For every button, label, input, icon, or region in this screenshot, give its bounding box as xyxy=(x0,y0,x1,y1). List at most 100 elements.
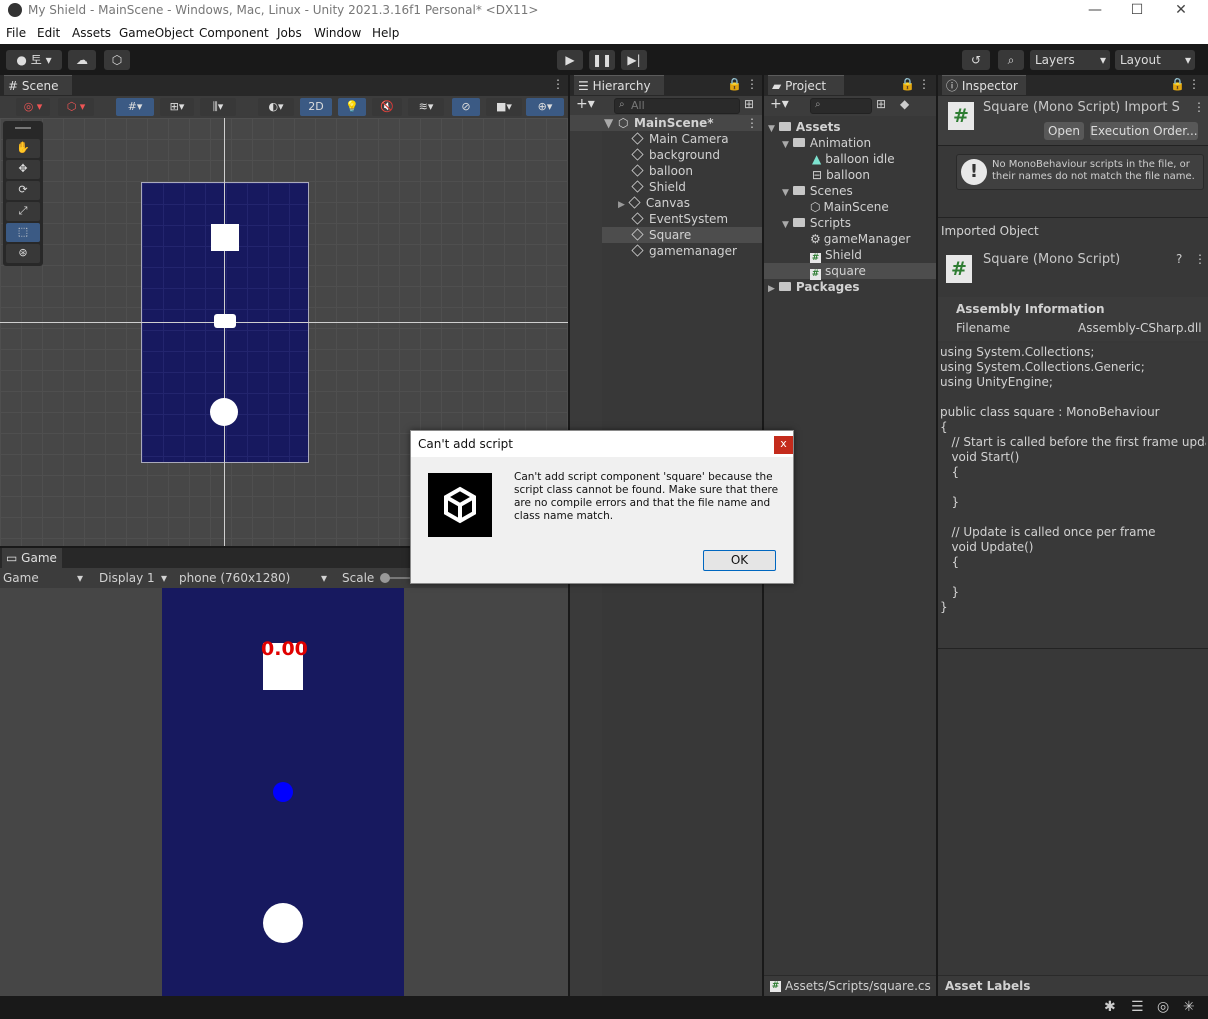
open-button[interactable]: Open xyxy=(1044,122,1084,140)
project-packages-folder[interactable]: ▶ Packages xyxy=(768,279,860,295)
lock-icon[interactable]: 🔒 xyxy=(727,77,742,91)
project-item-mainscene[interactable]: ⬡ MainScene xyxy=(810,199,889,215)
project-scripts-folder[interactable]: ▼ Scripts xyxy=(782,215,851,231)
rotate-tool-icon[interactable]: ⟳ xyxy=(6,181,40,200)
minimize-button[interactable]: — xyxy=(1072,0,1118,22)
mode-2d-button[interactable]: 2D xyxy=(300,98,332,116)
hierarchy-item-shield[interactable]: Shield xyxy=(631,179,686,195)
scale-tool-icon[interactable]: ⤢ xyxy=(6,202,40,221)
tab-scene[interactable]: # Scene xyxy=(4,75,72,95)
hierarchy-search-box[interactable]: ⌕ All xyxy=(614,98,740,114)
hierarchy-item-square[interactable]: Square xyxy=(631,227,691,243)
audio-button[interactable]: 🔇 xyxy=(372,98,402,116)
project-item-balloon-idle[interactable]: ▲ balloon idle xyxy=(812,151,895,167)
hierarchy-item-background[interactable]: background xyxy=(631,147,720,163)
object-menu-icon[interactable]: ⋮ xyxy=(1194,252,1206,266)
tab-hierarchy[interactable]: ☰ Hierarchy xyxy=(574,75,664,95)
resolution-select[interactable]: phone (760x1280) ▾ xyxy=(179,570,334,586)
increment-snap-button[interactable]: ⫼▾ xyxy=(200,98,236,116)
project-item-shield[interactable]: # Shield xyxy=(810,247,862,264)
effects-button[interactable]: ≋▾ xyxy=(408,98,444,116)
hierarchy-item-canvas[interactable]: ▶ Canvas xyxy=(618,195,690,211)
tab-project[interactable]: ▰ Project xyxy=(768,75,844,95)
history-button[interactable]: ↺ xyxy=(962,50,990,70)
rect-tool-icon[interactable]: ⬚ xyxy=(6,223,40,242)
scene-square-object[interactable] xyxy=(211,224,239,251)
grid-button[interactable]: ⊞▾ xyxy=(160,98,194,116)
hierarchy-item-balloon[interactable]: balloon xyxy=(631,163,693,179)
scale-slider-handle[interactable] xyxy=(380,573,390,583)
display-select[interactable]: Display 1 ▾ xyxy=(99,570,173,586)
menu-gameobject[interactable]: GameObject xyxy=(119,26,194,40)
add-object-button[interactable]: +▾ xyxy=(576,96,595,112)
project-item-square[interactable]: # square xyxy=(810,263,866,280)
search-by-label-icon[interactable]: ◆ xyxy=(900,97,909,111)
cloud-button[interactable]: ☁ xyxy=(68,50,96,70)
layers-dropdown[interactable]: Layers ▾ xyxy=(1030,50,1110,70)
project-item-gamemanager[interactable]: ⚙ gameManager xyxy=(810,231,910,247)
scene-menu-icon[interactable]: ⋮ xyxy=(552,77,564,91)
debug-icon[interactable]: ✱ xyxy=(1104,999,1116,1015)
move-tool-icon[interactable]: ✥ xyxy=(6,160,40,179)
visibility-button[interactable]: ⊘ xyxy=(452,98,480,116)
lock-icon[interactable]: 🔒 xyxy=(900,77,915,91)
hierarchy-item-gamemanager[interactable]: gamemanager xyxy=(631,243,737,259)
hierarchy-scene-row[interactable]: ▼ ⬡ MainScene* ⋮ xyxy=(570,115,762,131)
menu-help[interactable]: Help xyxy=(372,26,399,40)
project-scenes-folder[interactable]: ▼ Scenes xyxy=(782,183,853,199)
menu-file[interactable]: File xyxy=(6,26,26,40)
create-asset-button[interactable]: +▾ xyxy=(770,96,789,112)
scene-balloon-object[interactable] xyxy=(210,398,238,426)
hierarchy-menu-icon[interactable]: ⋮ xyxy=(746,77,758,91)
hierarchy-item-eventsystem[interactable]: EventSystem xyxy=(631,211,728,227)
account-button[interactable]: ● 토 ▾ xyxy=(6,50,62,70)
collab-button[interactable]: ⬡ xyxy=(104,50,130,70)
header-menu-icon[interactable]: ⋮ xyxy=(1193,100,1205,114)
layout-dropdown[interactable]: Layout ▾ xyxy=(1115,50,1195,70)
camera-gizmo-icon[interactable] xyxy=(214,314,236,328)
hierarchy-item-main-camera[interactable]: Main Camera xyxy=(631,131,729,147)
menu-assets[interactable]: Assets xyxy=(72,26,111,40)
draw-mode-button[interactable]: ◎ ▾ xyxy=(16,98,50,116)
camera-button[interactable]: ■▾ xyxy=(486,98,522,116)
lock-icon[interactable]: 🔒 xyxy=(1170,77,1185,91)
game-viewport[interactable]: 0.00 xyxy=(0,588,568,996)
pause-button[interactable]: ❚❚ xyxy=(589,50,615,70)
hand-tool-icon[interactable]: ✋ xyxy=(6,139,40,158)
close-window-button[interactable]: ✕ xyxy=(1158,0,1204,22)
project-animation-folder[interactable]: ▼ Animation xyxy=(782,135,871,151)
project-item-balloon[interactable]: ⊟ balloon xyxy=(812,167,870,183)
menu-component[interactable]: Component xyxy=(199,26,269,40)
menu-window[interactable]: Window xyxy=(314,26,361,40)
dialog-ok-button[interactable]: OK xyxy=(703,550,776,571)
visibility-icon[interactable]: ◎ xyxy=(1157,999,1169,1015)
play-button[interactable]: ▶ xyxy=(557,50,583,70)
search-button[interactable]: ⌕ xyxy=(998,50,1024,70)
step-icon: ▶| xyxy=(627,53,641,67)
maximize-button[interactable]: ☐ xyxy=(1114,0,1160,22)
execution-order-button[interactable]: Execution Order... xyxy=(1090,122,1198,140)
project-search-box[interactable]: ⌕ xyxy=(810,98,872,114)
transform-tool-icon[interactable]: ⊛ xyxy=(6,244,40,263)
dialog-close-button[interactable]: x xyxy=(774,436,793,454)
project-menu-icon[interactable]: ⋮ xyxy=(918,77,930,91)
menu-edit[interactable]: Edit xyxy=(37,26,60,40)
search-by-type-icon[interactable]: ⊞ xyxy=(876,97,886,111)
assembly-info-label: Assembly Information xyxy=(956,302,1105,316)
database-icon[interactable]: ☰ xyxy=(1131,999,1144,1015)
game-view-select[interactable]: Game ▾ xyxy=(3,570,87,586)
project-assets-folder[interactable]: ▼ Assets xyxy=(768,119,841,135)
help-icon[interactable]: ? xyxy=(1176,252,1182,266)
gizmos-button[interactable]: ⊕▾ xyxy=(526,98,564,116)
tab-inspector[interactable]: ⓘ Inspector xyxy=(942,75,1026,95)
scene-row-menu-icon[interactable]: ⋮ xyxy=(746,115,758,131)
menu-jobs[interactable]: Jobs xyxy=(277,26,302,40)
step-button[interactable]: ▶| xyxy=(621,50,647,70)
orientation-button[interactable]: ◐▾ xyxy=(258,98,294,116)
shading-button[interactable]: ⬡ ▾ xyxy=(58,98,94,116)
tab-game[interactable]: ▭ Game xyxy=(2,548,62,568)
lighting-button[interactable]: 💡 xyxy=(338,98,366,116)
grid-snap-button[interactable]: #▾ xyxy=(116,98,154,116)
search-options-icon[interactable]: ⊞ xyxy=(744,97,754,111)
inspector-menu-icon[interactable]: ⋮ xyxy=(1188,77,1200,91)
